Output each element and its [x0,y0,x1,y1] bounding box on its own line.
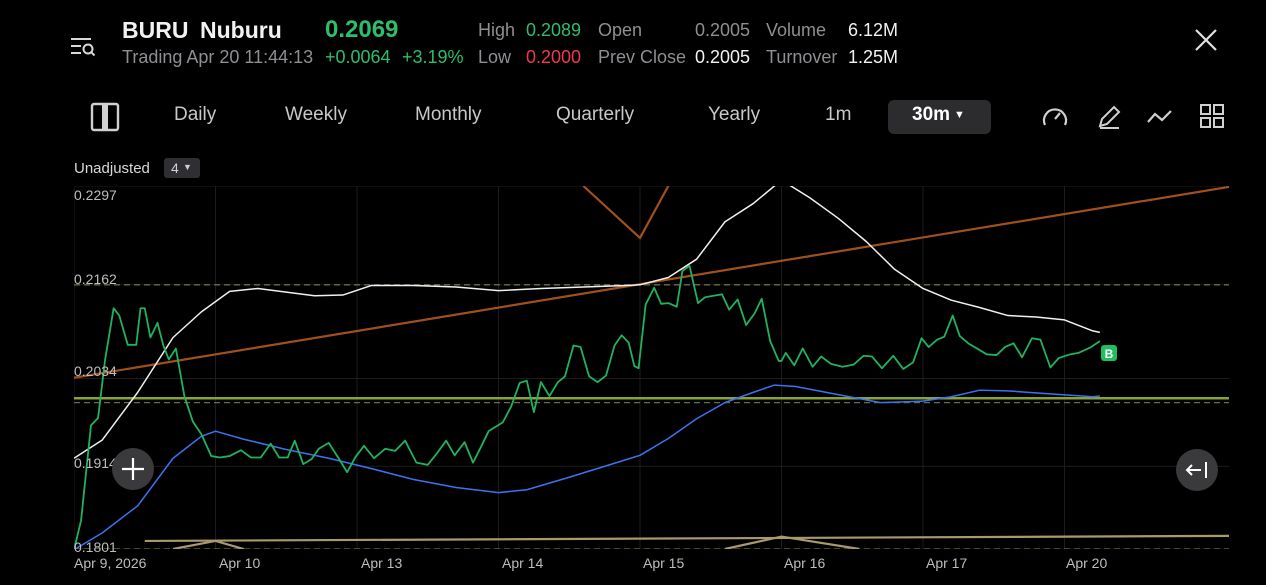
series-line-ma_blue [74,384,1100,549]
x-tick-label: Apr 14 [502,555,544,571]
buy-marker-label: B [1104,347,1114,361]
x-tick-label: Apr 16 [784,555,826,571]
series-line-price [74,264,1101,549]
price-chart[interactable] [0,0,1266,585]
drawing-tan_peak_a[interactable] [172,539,245,549]
series-line-ma_white [74,186,1101,459]
x-tick-label: Apr 15 [643,555,685,571]
x-tick-label: Apr 17 [926,555,968,571]
x-tick-label: Apr 9, 2026 [74,555,147,571]
buy-marker[interactable]: B [1101,345,1117,361]
x-tick-label: Apr 20 [1066,555,1108,571]
plus-crosshair-icon[interactable] [112,448,154,490]
drawing-bottom_tan[interactable] [144,534,1235,543]
drawing-v_brown[interactable] [582,186,670,240]
y-tick-label: 0.1801 [74,539,117,555]
x-tick-label: Apr 10 [219,555,261,571]
y-tick-label: 0.2034 [74,363,117,379]
collapse-left-icon[interactable] [1176,449,1218,491]
y-tick-label: 0.2297 [74,187,117,203]
y-tick-label: 0.1914 [74,455,117,471]
x-tick-label: Apr 13 [361,555,403,571]
y-tick-label: 0.2162 [74,271,117,287]
